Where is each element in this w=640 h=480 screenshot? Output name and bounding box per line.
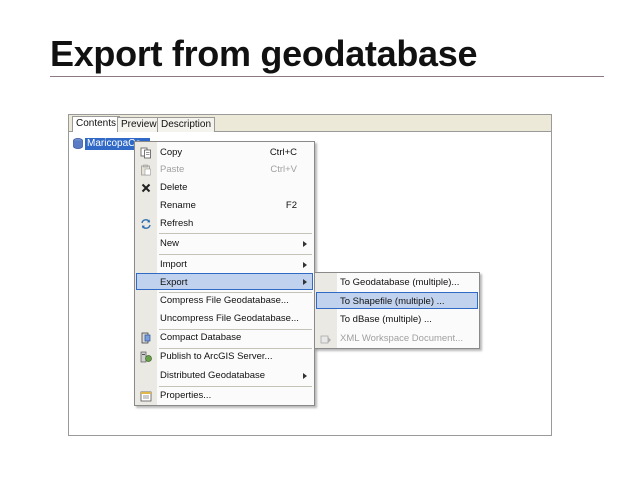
refresh-icon: [141, 219, 151, 229]
menu-item-import[interactable]: Import: [136, 256, 313, 273]
menu-item-compact-database[interactable]: Compact Database: [136, 329, 313, 346]
submenu-arrow-icon: [303, 373, 307, 379]
tab-contents[interactable]: Contents: [72, 116, 121, 132]
menu-item-label: Properties...: [160, 390, 212, 401]
menu-item-label: Paste: [160, 164, 185, 175]
publish-icon: [140, 351, 152, 363]
tab-description[interactable]: Description: [157, 117, 216, 132]
menu-item-label: Compress File Geodatabase...: [160, 295, 289, 306]
shortcut-label: Ctrl+V: [270, 164, 297, 175]
menu-item-uncompress-file-geodatabase[interactable]: Uncompress File Geodatabase...: [136, 310, 313, 327]
submenu-arrow-icon: [303, 279, 307, 285]
menu-item-label: Import: [160, 259, 187, 270]
menu-item-label: Uncompress File Geodatabase...: [160, 313, 299, 324]
paste-icon: [141, 164, 151, 176]
menu-item-label: Export: [160, 277, 188, 288]
menu-item-to-dbase[interactable]: To dBase (multiple) ...: [316, 311, 478, 328]
menu-separator: [159, 254, 312, 255]
shortcut-label: F2: [285, 200, 297, 211]
menu-item-new[interactable]: New: [136, 235, 313, 252]
menu-item-rename[interactable]: Rename F2: [136, 197, 313, 214]
menu-item-to-shapefile[interactable]: To Shapefile (multiple) ...: [316, 292, 478, 309]
menu-item-label: XML Workspace Document...: [340, 333, 464, 344]
submenu-arrow-icon: [303, 241, 307, 247]
properties-icon: [140, 391, 152, 402]
menu-item-export[interactable]: Export: [136, 273, 313, 290]
title-divider: [50, 76, 604, 77]
menu-item-label: Publish to ArcGIS Server...: [160, 351, 273, 362]
menu-item-xml-workspace-document[interactable]: XML Workspace Document...: [316, 330, 478, 347]
menu-item-refresh[interactable]: Refresh: [136, 215, 313, 232]
menu-separator: [159, 233, 312, 234]
menu-item-label: To Geodatabase (multiple)...: [340, 277, 460, 288]
menu-item-copy[interactable]: Copy Ctrl+C: [136, 144, 313, 161]
menu-item-compress-file-geodatabase[interactable]: Compress File Geodatabase...: [136, 292, 313, 309]
tab-preview[interactable]: Preview: [117, 117, 161, 132]
menu-item-to-geodatabase[interactable]: To Geodatabase (multiple)...: [316, 274, 478, 291]
slide-title: Export from geodatabase: [50, 33, 478, 74]
menu-item-label: To dBase (multiple) ...: [340, 314, 432, 325]
menu-item-label: Compact Database: [160, 332, 242, 343]
menu-item-distributed-geodatabase[interactable]: Distributed Geodatabase: [136, 367, 313, 384]
shortcut-label: Ctrl+C: [269, 147, 297, 158]
menu-item-delete[interactable]: Delete: [136, 179, 313, 196]
menu-item-label: New: [160, 238, 180, 249]
menu-item-publish-to-arcgis-server[interactable]: Publish to ArcGIS Server...: [136, 348, 313, 365]
menu-item-label: Delete: [160, 182, 188, 193]
menu-item-paste[interactable]: Paste Ctrl+V: [136, 161, 313, 178]
menu-item-label: Rename: [160, 200, 196, 211]
database-icon: [73, 138, 83, 149]
menu-item-label: To Shapefile (multiple) ...: [340, 296, 445, 307]
compact-icon: [141, 332, 151, 344]
export-submenu: To Geodatabase (multiple)... To Shapefil…: [314, 272, 480, 349]
delete-icon: [141, 183, 151, 193]
menu-item-label: Distributed Geodatabase: [160, 370, 266, 381]
menu-item-properties[interactable]: Properties...: [136, 387, 313, 404]
context-menu: Copy Ctrl+C Paste Ctrl+V Delete Rename F…: [134, 141, 315, 406]
copy-icon: [140, 147, 151, 159]
menu-item-label: Refresh: [160, 218, 194, 229]
menu-item-label: Copy: [160, 147, 183, 158]
submenu-arrow-icon: [303, 262, 307, 268]
tab-bar: Contents Preview Description: [69, 115, 551, 132]
xml-workspace-icon: [320, 335, 331, 344]
